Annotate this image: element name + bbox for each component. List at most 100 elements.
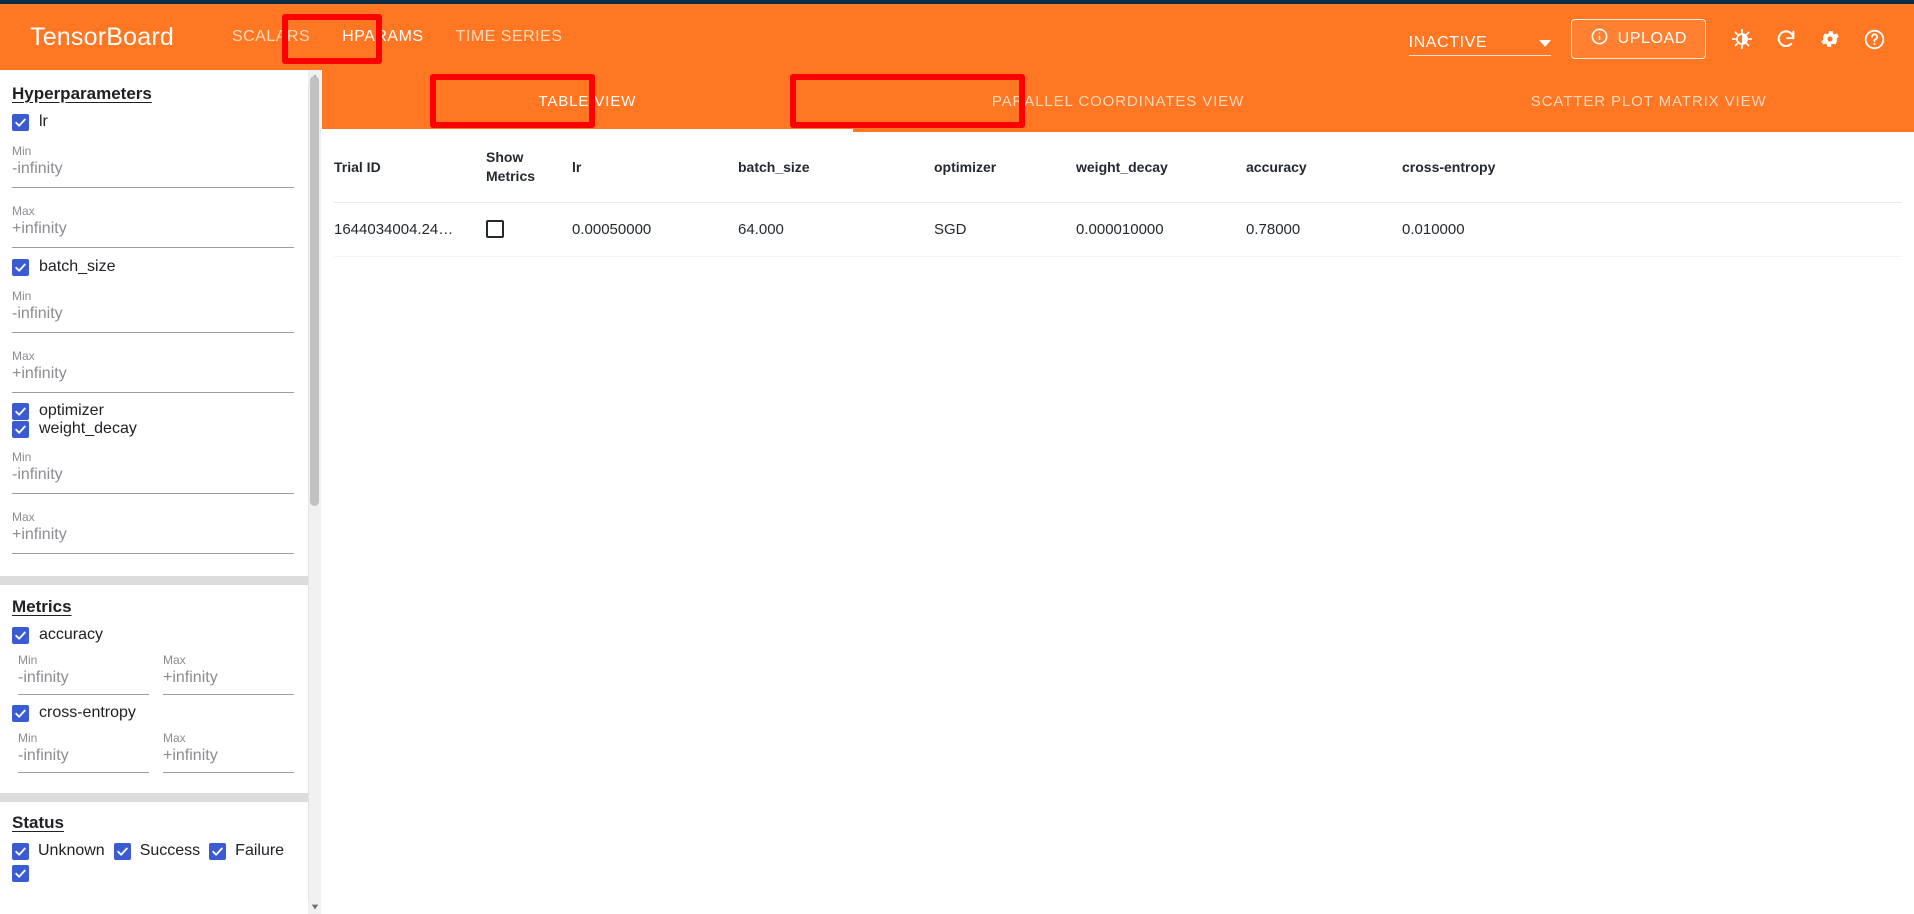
- hparam-row-weight-decay[interactable]: weight_decay: [12, 420, 294, 438]
- metric-accuracy-max-label: Max: [163, 653, 186, 667]
- filters-sidebar[interactable]: Hyperparameters lr Min -infinity Max +in…: [0, 70, 310, 914]
- checkbox-lr[interactable]: [12, 113, 29, 131]
- column-header-cross-entropy[interactable]: cross-entropy: [1402, 132, 1902, 203]
- cell-lr: 0.00050000: [572, 202, 738, 257]
- hparam-weight-decay-max-label: Max: [12, 510, 35, 524]
- hparam-batch-size-min-field[interactable]: Min -infinity: [12, 289, 294, 333]
- checkbox-status-unknown[interactable]: [12, 842, 29, 860]
- hparam-weight-decay-min-field[interactable]: Min -infinity: [12, 450, 294, 494]
- metric-cross-entropy-max-field[interactable]: Max +infinity: [163, 731, 294, 773]
- column-header-show-metrics-label: Show Metrics: [486, 149, 536, 184]
- hparam-weight-decay-min-label: Min: [12, 450, 32, 464]
- checkbox-optimizer[interactable]: [12, 402, 29, 420]
- run-selector[interactable]: INACTIVE: [1408, 22, 1551, 56]
- checkbox-status-success[interactable]: [113, 842, 131, 860]
- hparam-lr-max-value: +infinity: [12, 218, 294, 248]
- help-icon[interactable]: [1852, 17, 1896, 61]
- tensorboard-app: TensorBoard SCALARS HPARAMS TIME SERIES …: [0, 0, 1914, 914]
- filters-sidebar-content: Hyperparameters lr Min -infinity Max +in…: [0, 70, 310, 882]
- hparam-weight-decay-max-value: +infinity: [12, 524, 294, 554]
- hparam-lr-min-field[interactable]: Min -infinity: [12, 144, 294, 188]
- cell-trial-id: 1644034004.24…: [334, 202, 486, 257]
- column-header-optimizer[interactable]: optimizer: [934, 132, 1076, 203]
- checkbox-show-metrics[interactable]: [486, 220, 504, 239]
- metric-label-accuracy: accuracy: [39, 626, 104, 643]
- hyperparameters-section: Hyperparameters lr Min -infinity Max +in…: [0, 70, 310, 554]
- column-header-lr[interactable]: lr: [572, 132, 738, 203]
- sidebar-scrollbar-thumb[interactable]: [310, 76, 319, 506]
- chevron-down-icon: [1538, 40, 1551, 47]
- refresh-icon[interactable]: [1764, 17, 1808, 61]
- nav-tab-scalars[interactable]: SCALARS: [216, 2, 326, 72]
- hyperparameters-heading: Hyperparameters: [12, 84, 152, 103]
- metric-cross-entropy-min-value: -infinity: [18, 745, 149, 773]
- hparam-label-weight-decay: weight_decay: [39, 420, 137, 437]
- trials-table-head: Trial ID Show Metrics lr batch_size opti…: [334, 132, 1902, 203]
- hparam-batch-size-max-field[interactable]: Max +infinity: [12, 349, 294, 393]
- view-tabs: TABLE VIEW PARALLEL COORDINATES VIEW SCA…: [322, 70, 1914, 132]
- sidebar-divider-1: [0, 576, 310, 585]
- nav-tab-hparams[interactable]: HPARAMS: [326, 2, 439, 72]
- hparam-row-optimizer[interactable]: optimizer: [12, 402, 294, 420]
- cell-show-metrics[interactable]: [486, 202, 572, 257]
- checkbox-accuracy[interactable]: [12, 626, 29, 644]
- metric-accuracy-max-value: +infinity: [163, 667, 294, 695]
- table-header-row: Trial ID Show Metrics lr batch_size opti…: [334, 132, 1902, 203]
- hparam-row-batch-size[interactable]: batch_size: [12, 258, 294, 276]
- view-tab-table[interactable]: TABLE VIEW: [322, 70, 853, 132]
- metric-cross-entropy-range: Min -infinity Max +infinity: [12, 731, 294, 773]
- column-header-accuracy[interactable]: accuracy: [1246, 132, 1402, 203]
- checkbox-status-failure[interactable]: [209, 842, 227, 860]
- hparam-batch-size-min-value: -infinity: [12, 303, 294, 333]
- column-header-batch-size[interactable]: batch_size: [738, 132, 934, 203]
- status-label-success: Success: [139, 842, 201, 859]
- cell-weight-decay: 0.000010000: [1076, 202, 1246, 257]
- brightness-icon[interactable]: [1720, 17, 1764, 61]
- hparam-label-optimizer: optimizer: [39, 402, 104, 419]
- status-heading: Status: [12, 813, 64, 832]
- column-header-show-metrics[interactable]: Show Metrics: [486, 132, 572, 203]
- metric-row-cross-entropy[interactable]: cross-entropy: [12, 704, 294, 722]
- metric-row-accuracy[interactable]: accuracy: [12, 626, 294, 644]
- hparam-lr-max-field[interactable]: Max +infinity: [12, 204, 294, 248]
- trials-table-body: 1644034004.24… 0.00050000 64.000 SGD 0.0…: [334, 202, 1902, 257]
- view-tab-parallel-coordinates[interactable]: PARALLEL COORDINATES VIEW: [853, 70, 1384, 132]
- hparam-label-batch-size: batch_size: [39, 258, 116, 275]
- metric-accuracy-min-value: -infinity: [18, 667, 149, 695]
- hparam-lr-max-label: Max: [12, 204, 35, 218]
- main-nav: SCALARS HPARAMS TIME SERIES: [216, 2, 579, 72]
- sidebar-divider-2: [0, 793, 310, 802]
- metric-cross-entropy-min-field[interactable]: Min -infinity: [18, 731, 149, 773]
- checkbox-batch-size[interactable]: [12, 258, 29, 276]
- app-header: TensorBoard SCALARS HPARAMS TIME SERIES …: [0, 0, 1914, 70]
- status-overflow-row: [12, 865, 294, 882]
- scroll-down-arrow-icon[interactable]: [308, 900, 321, 914]
- nav-tab-time-series[interactable]: TIME SERIES: [440, 2, 579, 72]
- column-header-weight-decay[interactable]: weight_decay: [1076, 132, 1246, 203]
- column-header-trial-id[interactable]: Trial ID: [334, 132, 486, 203]
- status-label-failure: Failure: [235, 842, 285, 859]
- metric-label-cross-entropy: cross-entropy: [39, 704, 136, 721]
- metric-accuracy-min-field[interactable]: Min -infinity: [18, 653, 149, 695]
- upload-button[interactable]: UPLOAD: [1570, 19, 1706, 59]
- hparam-row-lr[interactable]: lr: [12, 113, 294, 131]
- trials-table-container: Trial ID Show Metrics lr batch_size opti…: [322, 132, 1914, 257]
- view-tab-scatter-plot-matrix[interactable]: SCATTER PLOT MATRIX VIEW: [1383, 70, 1914, 132]
- checkbox-cross-entropy[interactable]: [12, 704, 29, 722]
- header-controls: INACTIVE UPLOAD: [1408, 4, 1896, 74]
- gear-icon[interactable]: [1808, 17, 1852, 61]
- checkbox-status-overflow[interactable]: [12, 865, 29, 882]
- cell-optimizer: SGD: [934, 202, 1076, 257]
- metric-cross-entropy-max-label: Max: [163, 731, 186, 745]
- trials-table: Trial ID Show Metrics lr batch_size opti…: [334, 132, 1902, 257]
- hparam-label-lr: lr: [39, 113, 48, 130]
- upload-button-label: UPLOAD: [1617, 30, 1687, 47]
- checkbox-weight-decay[interactable]: [12, 420, 29, 438]
- metric-accuracy-max-field[interactable]: Max +infinity: [163, 653, 294, 695]
- hparam-lr-min-value: -infinity: [12, 158, 294, 188]
- metrics-heading: Metrics: [12, 597, 72, 616]
- status-label-unknown: Unknown: [38, 842, 105, 859]
- table-row[interactable]: 1644034004.24… 0.00050000 64.000 SGD 0.0…: [334, 202, 1902, 257]
- hparam-weight-decay-max-field[interactable]: Max +infinity: [12, 510, 294, 554]
- cell-accuracy: 0.78000: [1246, 202, 1402, 257]
